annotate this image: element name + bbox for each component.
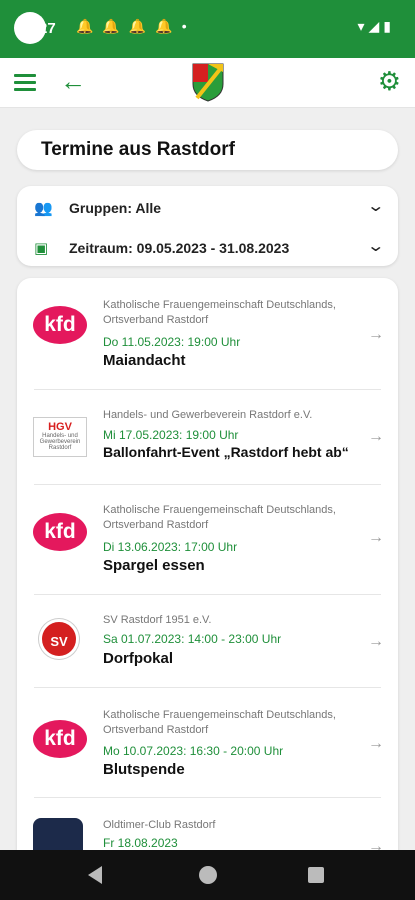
event-title: Ballonfahrt-Event „Rastdorf hebt ab“ [103, 444, 349, 460]
status-time: :27 [34, 20, 56, 37]
event-organizer: Katholische Frauengemeinschaft Deutschla… [103, 299, 336, 326]
event-date: Mo 10.07.2023: 16:30 - 20:00 Uhr [103, 744, 284, 758]
nav-recents-icon[interactable] [308, 867, 324, 883]
users-icon: 👥 [34, 200, 53, 217]
gear-icon[interactable]: ⚙ [378, 66, 401, 97]
notification-icons: 🔔🔔🔔🔔• [76, 18, 196, 34]
sv-logo: SV [39, 619, 79, 659]
nav-home-icon[interactable] [199, 866, 217, 884]
system-icons: ▾◢▮ [357, 18, 395, 34]
arrow-right-icon[interactable]: → [368, 326, 384, 344]
app-bar: ← ⚙ [0, 58, 415, 108]
calendar-icon: ▣ [34, 240, 49, 257]
groups-filter[interactable]: 👥 Gruppen: Alle ⌄ [17, 188, 398, 224]
arrow-right-icon[interactable]: → [368, 633, 384, 651]
event-organizer: Katholische Frauengemeinschaft Deutschla… [103, 709, 336, 736]
arrow-right-icon[interactable]: → [368, 735, 384, 753]
event-list: kfd Katholische Frauengemeinschaft Deuts… [17, 278, 398, 878]
kfd-logo: kfd [33, 513, 87, 551]
event-title: Spargel essen [103, 557, 205, 574]
filter-card: 👥 Gruppen: Alle ⌄ ▣ Zeitraum: 09.05.2023… [17, 186, 398, 266]
hgv-logo: HGV Handels- und Gewerbeverein Rastdorf [33, 417, 87, 457]
groups-filter-label: Gruppen: Alle [69, 200, 162, 216]
kfd-logo: kfd [33, 306, 87, 344]
event-organizer: SV Rastdorf 1951 e.V. [103, 614, 212, 626]
period-filter-label: Zeitraum: 09.05.2023 - 31.08.2023 [69, 240, 290, 256]
chevron-down-icon[interactable]: ⌄ [366, 236, 385, 256]
event-date: Di 13.06.2023: 17:00 Uhr [103, 540, 238, 554]
event-title: Maiandacht [103, 352, 186, 369]
list-item[interactable]: HGV Handels- und Gewerbeverein Rastdorf H… [17, 390, 398, 485]
menu-icon[interactable] [14, 71, 36, 93]
event-date: Mi 17.05.2023: 19:00 Uhr [103, 428, 239, 442]
event-title: Dorfpokal [103, 650, 174, 667]
list-item[interactable]: kfd Katholische Frauengemeinschaft Deuts… [17, 688, 398, 798]
list-item[interactable]: kfd Katholische Frauengemeinschaft Deuts… [17, 485, 398, 595]
event-organizer: Oldtimer-Club Rastdorf [103, 819, 216, 831]
arrow-right-icon[interactable]: → [368, 529, 384, 547]
arrow-left-icon[interactable]: ← [60, 66, 86, 97]
status-bar: :27 🔔🔔🔔🔔• ▾◢▮ [0, 0, 415, 58]
event-organizer: Katholische Frauengemeinschaft Deutschla… [103, 504, 336, 531]
list-item[interactable]: SV SV Rastdorf 1951 e.V. Sa 01.07.2023: … [17, 595, 398, 688]
event-date: Fr 18.08.2023 [103, 836, 178, 850]
kfd-logo: kfd [33, 720, 87, 758]
chevron-down-icon[interactable]: ⌄ [366, 196, 385, 216]
rastdorf-crest-icon [192, 63, 224, 102]
nav-back-icon[interactable] [88, 866, 102, 884]
event-date: Sa 01.07.2023: 14:00 - 23:00 Uhr [103, 632, 282, 646]
event-organizer: Handels- und Gewerbeverein Rastdorf e.V. [103, 409, 313, 421]
period-filter[interactable]: ▣ Zeitraum: 09.05.2023 - 31.08.2023 ⌄ [17, 228, 398, 264]
page-title-card: Termine aus Rastdorf [17, 130, 398, 170]
page-title: Termine aus Rastdorf [41, 139, 235, 160]
event-date: Do 11.05.2023: 19:00 Uhr [103, 335, 241, 349]
arrow-right-icon[interactable]: → [368, 428, 384, 446]
list-item[interactable]: kfd Katholische Frauengemeinschaft Deuts… [17, 278, 398, 390]
event-title: Blutspende [103, 761, 185, 778]
system-navigation-bar [0, 850, 415, 900]
